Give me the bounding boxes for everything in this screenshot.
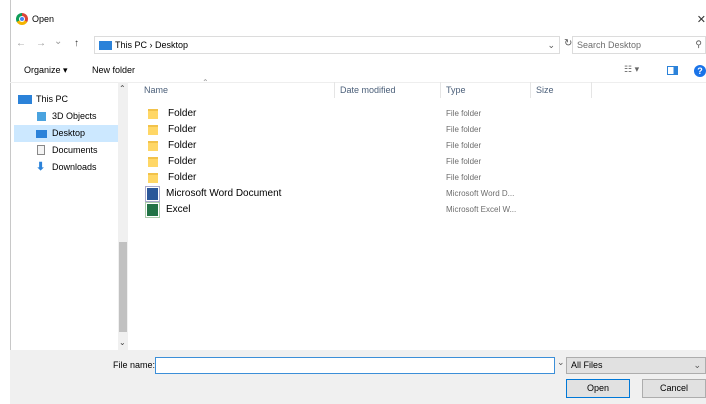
back-arrow-icon[interactable]: ← (16, 38, 26, 49)
folder-icon (148, 109, 158, 119)
file-type: Microsoft Word D... (446, 189, 515, 198)
file-name-dropdown-icon[interactable]: ⌄ (557, 357, 565, 368)
file-type: File folder (446, 157, 482, 166)
address-dropdown-icon[interactable]: ⌄ (547, 40, 555, 51)
file-name-input[interactable] (155, 357, 555, 374)
new-folder-button[interactable]: New folder (92, 65, 135, 75)
computer-icon (18, 95, 32, 104)
file-type-value: All Files (571, 360, 603, 370)
sidebar-item-documents[interactable]: Documents (14, 142, 124, 159)
folder-icon (148, 125, 158, 135)
file-type: File folder (446, 173, 482, 182)
dialog-footer: File name: ⌄ All Files ⌄ Open Cancel (10, 350, 706, 404)
file-row[interactable]: Folder File folder (128, 170, 528, 186)
sidebar-item-label: Documents (52, 145, 98, 155)
chrome-icon (16, 13, 28, 25)
command-toolbar: Organize ▾ New folder ☷ ▾ ? (10, 60, 706, 83)
scroll-down-icon[interactable]: ⌄ (119, 338, 126, 347)
file-name: Folder (168, 156, 197, 167)
sidebar-item-label: Downloads (52, 162, 97, 172)
folder-icon (148, 173, 158, 183)
folder-icon (148, 157, 158, 167)
sidebar-item-this-pc[interactable]: This PC (14, 91, 124, 108)
column-divider[interactable] (591, 82, 592, 98)
forward-arrow-icon[interactable]: → (36, 38, 46, 49)
file-row[interactable]: Folder File folder (128, 154, 528, 170)
breadcrumb[interactable]: This PC › Desktop (115, 40, 188, 50)
file-row[interactable]: Folder File folder (128, 122, 528, 138)
file-type: File folder (446, 109, 482, 118)
preview-pane-icon[interactable] (667, 66, 678, 75)
sidebar-item-3d-objects[interactable]: 3D Objects (14, 108, 124, 125)
file-type-select[interactable]: All Files ⌄ (566, 357, 706, 374)
column-divider[interactable] (530, 82, 531, 98)
file-row[interactable]: Folder File folder (128, 106, 528, 122)
sort-ascending-icon: ⌃ (202, 78, 209, 87)
title-bar: Open ✕ (10, 8, 706, 34)
sidebar-item-downloads[interactable]: ⬇ Downloads (14, 159, 124, 176)
file-type: Microsoft Excel W... (446, 205, 517, 214)
open-button[interactable]: Open (566, 379, 630, 398)
recent-locations-icon[interactable]: ⌄ (54, 36, 62, 47)
search-input[interactable]: Search Desktop ⚲ (572, 36, 706, 54)
excel-icon (145, 202, 160, 218)
sidebar-item-desktop[interactable]: Desktop (14, 125, 124, 142)
navigation-bar: ← → ⌄ ↑ This PC › Desktop ⌄ ↻ Search Des… (10, 36, 706, 56)
scroll-up-icon[interactable]: ⌃ (119, 84, 126, 93)
column-divider[interactable] (440, 82, 441, 98)
file-name: Folder (168, 140, 197, 151)
cube-icon (37, 112, 46, 121)
view-options-icon[interactable]: ☷ ▾ (624, 64, 639, 75)
file-name: Microsoft Word Document (166, 188, 282, 199)
download-icon: ⬇ (36, 161, 46, 173)
up-arrow-icon[interactable]: ↑ (74, 38, 79, 49)
file-list: ⌃ Name Date modified Type Size Folder Fi… (128, 78, 706, 350)
close-icon[interactable]: ✕ (697, 13, 706, 26)
window-title: Open (32, 14, 55, 24)
file-name: Excel (166, 204, 191, 215)
column-header-size[interactable]: Size (536, 85, 554, 95)
column-header-type[interactable]: Type (446, 85, 466, 95)
file-name: Folder (168, 124, 197, 135)
file-name-label: File name: (113, 360, 156, 370)
address-bar[interactable]: This PC › Desktop ⌄ (94, 36, 560, 54)
sidebar-item-label: Desktop (52, 128, 86, 138)
file-name: Folder (168, 172, 197, 183)
cancel-button[interactable]: Cancel (642, 379, 706, 398)
navigation-pane: This PC 3D Objects Desktop Documents ⬇ D… (10, 82, 128, 350)
file-type: File folder (446, 141, 482, 150)
sidebar-item-label: 3D Objects (52, 111, 97, 121)
chevron-down-icon: ⌄ (693, 360, 701, 370)
file-row[interactable]: Excel Microsoft Excel W... (128, 202, 528, 218)
sidebar-item-label: This PC (36, 94, 69, 104)
file-name: Folder (168, 108, 197, 119)
file-row[interactable]: Folder File folder (128, 138, 528, 154)
search-icon: ⚲ (695, 39, 702, 49)
organize-button[interactable]: Organize ▾ (24, 65, 68, 76)
help-icon[interactable]: ? (694, 65, 706, 77)
word-icon (145, 186, 160, 202)
search-placeholder: Search Desktop (577, 40, 642, 50)
folder-icon (148, 141, 158, 151)
desktop-icon (36, 130, 47, 138)
document-icon (37, 145, 45, 155)
scrollbar-thumb[interactable] (119, 242, 127, 332)
column-header-date-modified[interactable]: Date modified (340, 85, 396, 95)
column-header-name[interactable]: Name (144, 85, 168, 95)
file-type: File folder (446, 125, 482, 134)
column-divider[interactable] (334, 82, 335, 98)
navigation-scrollbar[interactable]: ⌃ ⌄ (118, 82, 128, 350)
file-row[interactable]: Microsoft Word Document Microsoft Word D… (128, 186, 528, 202)
this-pc-icon (99, 41, 112, 50)
